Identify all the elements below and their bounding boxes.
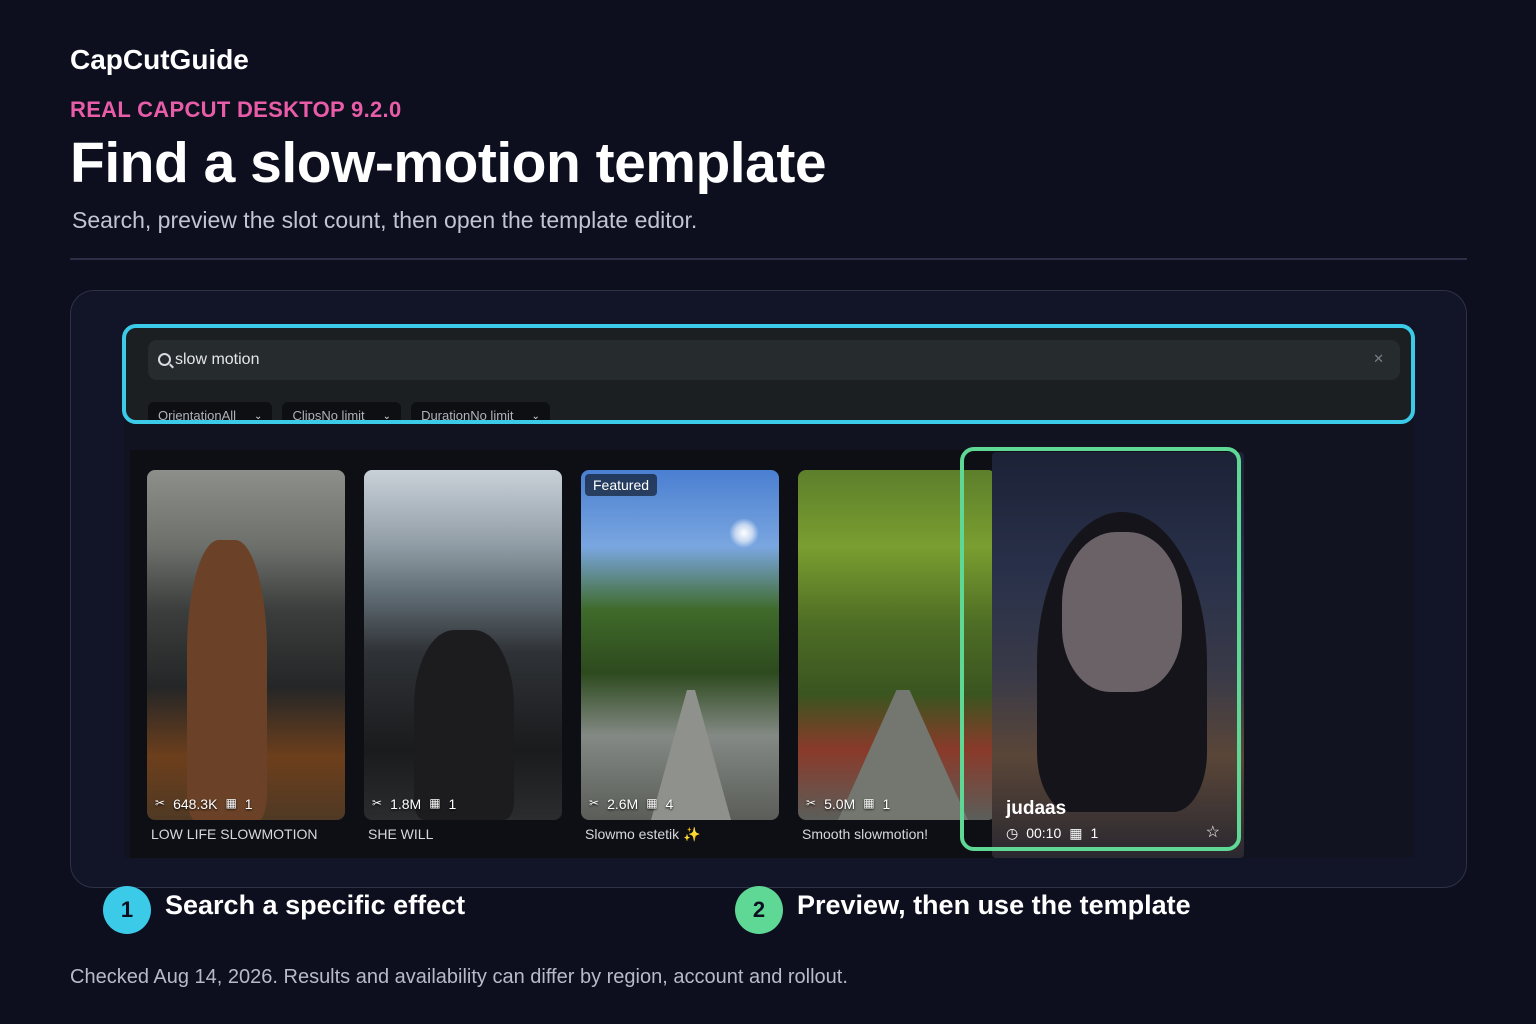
template-thumbnail[interactable]: Featured ✂ 2.6M ▦ 4	[581, 470, 779, 820]
step-1: 1 Search a specific effect	[103, 886, 465, 934]
brand-logo: CapCutGuide	[70, 44, 249, 75]
featured-badge: Featured	[585, 474, 658, 496]
step-number: 1	[103, 886, 151, 934]
clips-icon: ▦	[646, 796, 658, 810]
template-clips: 4	[665, 796, 674, 812]
version-eyebrow: REAL CAPCUT DESKTOP 9.2.0	[70, 97, 402, 122]
footnote: Checked Aug 14, 2026. Results and availa…	[70, 966, 848, 988]
preview-highlight	[960, 447, 1241, 851]
clips-icon: ▦	[225, 796, 237, 810]
step-2: 2 Preview, then use the template	[735, 886, 1191, 934]
template-stats: ✂ 2.6M ▦ 4	[589, 796, 673, 812]
header-divider	[70, 258, 1467, 260]
template-stats: ✂ 1.8M ▦ 1	[372, 796, 456, 812]
sun-glare	[729, 518, 759, 548]
search-highlight	[122, 324, 1415, 424]
template-uses: 5.0M	[824, 796, 856, 812]
clips-icon: ▦	[429, 796, 441, 810]
template-card[interactable]: ✂ 1.8M ▦ 1 SHE WILL	[364, 470, 562, 842]
template-thumbnail[interactable]: ✂ 1.8M ▦ 1	[364, 470, 562, 820]
step-label: Preview, then use the template	[797, 890, 1191, 920]
template-clips: 1	[882, 796, 891, 812]
step-number: 2	[735, 886, 783, 934]
template-stats: ✂ 648.3K ▦ 1	[155, 796, 253, 812]
template-thumbnail[interactable]: ✂ 648.3K ▦ 1	[147, 470, 345, 820]
clips-icon: ▦	[863, 796, 875, 810]
page-title: Find a slow-motion template	[70, 131, 827, 195]
step-label: Search a specific effect	[165, 890, 466, 920]
person-figure	[187, 540, 267, 820]
template-title: LOW LIFE SLOWMOTION	[151, 826, 318, 842]
template-stats: ✂ 5.0M ▦ 1	[806, 796, 890, 812]
scissors-icon: ✂	[806, 796, 817, 810]
scissors-icon: ✂	[372, 796, 383, 810]
template-uses: 1.8M	[390, 796, 422, 812]
template-clips: 1	[244, 796, 253, 812]
page-subtitle: Search, preview the slot count, then ope…	[72, 207, 698, 233]
scissors-icon: ✂	[155, 796, 166, 810]
template-title: SHE WILL	[368, 826, 434, 842]
scissors-icon: ✂	[589, 796, 600, 810]
template-clips: 1	[448, 796, 457, 812]
template-card[interactable]: Featured ✂ 2.6M ▦ 4 Slowmo estetik ✨	[581, 470, 779, 843]
template-title: Slowmo estetik ✨	[585, 826, 701, 842]
template-uses: 2.6M	[607, 796, 639, 812]
template-card[interactable]: ✂ 648.3K ▦ 1 LOW LIFE SLOWMOTION	[147, 470, 345, 842]
template-uses: 648.3K	[173, 796, 218, 812]
person-figure	[414, 630, 514, 820]
